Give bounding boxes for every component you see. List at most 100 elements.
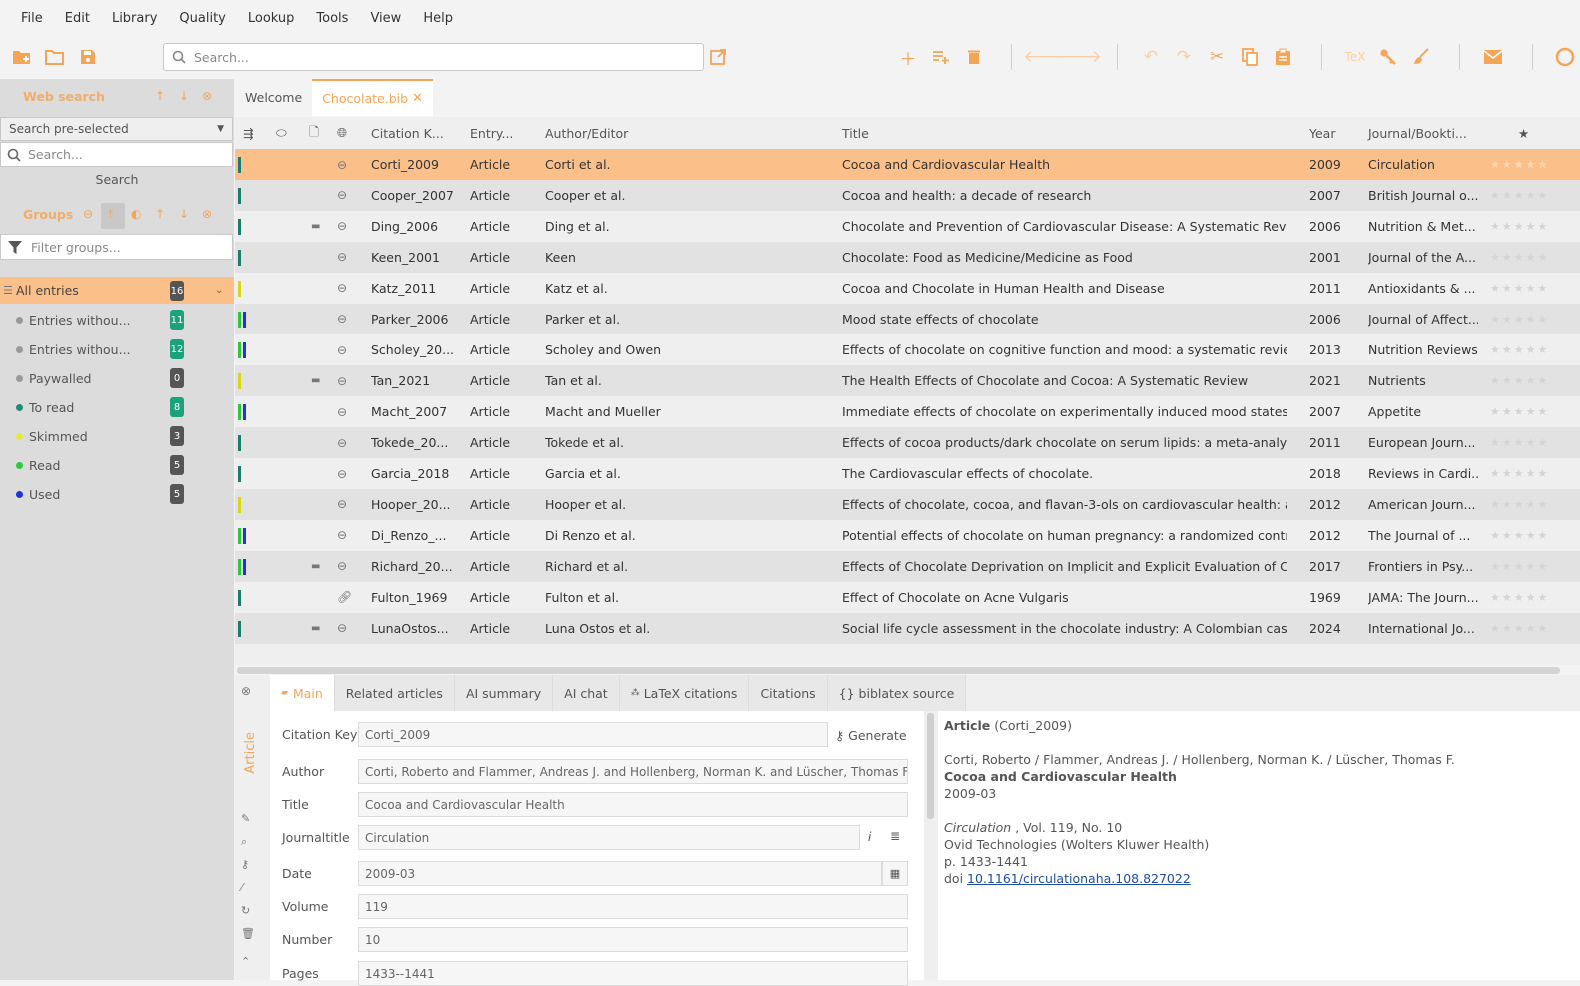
pages-field[interactable]: 1433--1441 (358, 961, 908, 986)
file-icon[interactable]: ▬ (311, 365, 320, 396)
table-row[interactable]: ⊖ Cooper_2007 Article Cooper et al. Cocoa an… (235, 179, 1580, 211)
editor-tab-ai-chat[interactable]: AI chat (553, 675, 620, 711)
rating-stars[interactable]: ★★★★★ (1490, 149, 1549, 180)
move-down-icon[interactable]: ↓ (179, 89, 189, 103)
move-up-icon[interactable]: ↑ (155, 89, 165, 103)
rating-stars[interactable]: ★★★★★ (1490, 365, 1549, 396)
calendar-icon[interactable]: ▦ (882, 861, 908, 886)
table-row[interactable]: ▬ ⊖ Richard_20... Article Richard et al. Effe… (235, 550, 1580, 582)
table-row[interactable]: ⊖ Garcia_2018 Article Garcia et al. The Card… (235, 458, 1580, 489)
label-column-icon[interactable]: ⬭ (276, 117, 287, 149)
url-icon[interactable]: ⊖ (337, 304, 347, 335)
move-up-icon[interactable]: ↑ (155, 207, 165, 221)
url-icon[interactable]: ⊖ (337, 458, 347, 489)
align-icon[interactable]: ≣ (890, 829, 900, 843)
url-icon[interactable]: ⊖ (337, 520, 347, 551)
move-down-icon[interactable]: ↓ (179, 207, 189, 221)
close-editor-icon[interactable]: ⊗ (241, 684, 251, 698)
sort-top-icon[interactable]: ⤒ (108, 207, 113, 222)
menu-library[interactable]: Library (101, 11, 168, 26)
group-item[interactable]: Paywalled 0 (0, 365, 234, 391)
url-icon[interactable]: ⊖ (337, 180, 347, 211)
url-icon[interactable]: ⊖ (337, 551, 347, 582)
back-icon[interactable]: 🡐 (1023, 46, 1069, 68)
key-icon[interactable] (1377, 46, 1399, 68)
url-icon[interactable]: ⊖ (337, 273, 347, 304)
url-icon[interactable]: ⊖ (337, 365, 347, 396)
add-entry-icon[interactable]: ＋ (897, 46, 919, 70)
table-row[interactable]: ▬ ⊖ Ding_2006 Article Ding et al. Chocolate a… (235, 210, 1580, 242)
url-icon[interactable]: ⊖ (337, 613, 347, 644)
close-icon[interactable]: ✕ (412, 91, 423, 106)
volume-field[interactable]: 119 (358, 894, 908, 919)
editor-tab-main[interactable]: ▰ Main (270, 675, 335, 711)
group-item[interactable]: Entries withou... 11 (0, 307, 234, 333)
menu-view[interactable]: View (359, 11, 412, 26)
editor-tab-latex-citations[interactable]: ⁂ LaTeX citations (619, 675, 750, 711)
table-row[interactable]: ⊖ Corti_2009 Article Corti et al. Cocoa and … (235, 149, 1580, 180)
tab-welcome[interactable]: Welcome (235, 79, 312, 116)
col-journal[interactable]: Journal/Bookti... (1368, 117, 1467, 149)
email-icon[interactable] (1482, 46, 1504, 68)
close-panel-icon[interactable]: ⊗ (202, 89, 212, 103)
link-icon[interactable]: 🔗︎ (337, 582, 352, 613)
rating-stars[interactable]: ★★★★★ (1490, 242, 1549, 273)
url-icon[interactable]: ⊖ (337, 334, 347, 365)
url-icon[interactable]: ⊖ (337, 427, 347, 458)
rating-stars[interactable]: ★★★★★ (1490, 489, 1549, 520)
group-item[interactable]: Skimmed 3 (0, 423, 234, 449)
citation-key-field[interactable]: Corti_2009 (358, 722, 828, 747)
menu-tools[interactable]: Tools (305, 11, 359, 26)
menu-edit[interactable]: Edit (54, 11, 101, 26)
rating-stars[interactable]: ★★★★★ (1490, 613, 1549, 644)
table-row[interactable]: ▬ ⊖ Tan_2021 Article Tan et al. The Health Ef… (235, 365, 1580, 397)
close-panel-icon[interactable]: ⊗ (202, 207, 212, 221)
chevron-up-icon[interactable]: ⌃ (241, 955, 250, 968)
url-icon[interactable]: ⊖ (337, 242, 347, 273)
open-library-icon[interactable] (44, 46, 66, 68)
refresh-icon[interactable]: ↻ (241, 904, 250, 917)
url-icon[interactable]: ⊖ (337, 149, 347, 180)
web-search-input[interactable]: Search... (0, 142, 233, 167)
col-year[interactable]: Year (1309, 117, 1335, 149)
menu-file[interactable]: File (10, 11, 54, 26)
number-field[interactable]: 10 (358, 927, 908, 952)
undo-icon[interactable]: ↶ (1140, 46, 1162, 68)
redo-icon[interactable]: ↷ (1173, 46, 1195, 68)
rating-stars[interactable]: ★★★★★ (1490, 427, 1549, 458)
editor-tab-citations[interactable]: Citations (749, 675, 828, 711)
editor-tab-ai-summary[interactable]: AI summary (454, 675, 554, 711)
group-item[interactable]: Read 5 (0, 452, 234, 478)
editor-scrollbar[interactable] (927, 713, 934, 819)
save-icon[interactable] (77, 46, 99, 68)
group-item[interactable]: Entries withou... 12 (0, 336, 234, 362)
file-icon[interactable]: ▬ (311, 551, 320, 582)
horizontal-scrollbar[interactable] (237, 667, 1560, 674)
delete-icon[interactable] (963, 46, 985, 68)
table-row[interactable]: ⊖ Scholey_20... Article Scholey and Owen Eff… (235, 334, 1580, 366)
col-title[interactable]: Title (842, 117, 869, 149)
menu-lookup[interactable]: Lookup (237, 11, 306, 26)
file-icon[interactable]: ▬ (311, 613, 320, 644)
table-row[interactable]: ⊖ Keen_2001 Article Keen Chocolate: Food as … (235, 241, 1580, 273)
tab-chocolate-bib[interactable]: Chocolate.bib ✕ (312, 79, 433, 116)
delete-icon[interactable]: 🗑︎ (241, 927, 255, 940)
search-icon[interactable]: ⌕ (241, 835, 247, 849)
date-field[interactable]: 2009-03 (358, 861, 882, 886)
rating-stars[interactable]: ★★★★★ (1490, 334, 1549, 365)
table-row[interactable]: 🔗︎ Fulton_1969 Article Fulton et al. Effect … (235, 581, 1580, 613)
filter-groups-input[interactable]: Filter groups... (0, 234, 233, 260)
github-icon[interactable] (1555, 46, 1580, 68)
doi-link[interactable]: 10.1161/circulationaha.108.827022 (967, 871, 1191, 886)
copy-icon[interactable] (1239, 46, 1261, 68)
url-icon[interactable]: ⊖ (337, 396, 347, 427)
rating-stars[interactable]: ★★★★★ (1490, 520, 1549, 551)
search-preselected-select[interactable]: Search pre-selected ▼ (0, 117, 233, 141)
web-column-icon[interactable]: 🌐︎ (337, 117, 347, 149)
cut-icon[interactable]: ✂ (1206, 46, 1228, 68)
global-search-input[interactable]: Search... (163, 43, 704, 71)
table-row[interactable]: ▬ ⊖ LunaOstos... Article Luna Ostos et al. So… (235, 612, 1580, 644)
edit-icon[interactable]: ✎ (241, 812, 250, 825)
rating-stars[interactable]: ★★★★★ (1490, 396, 1549, 427)
table-row[interactable]: ⊖ Di_Renzo_... Article Di Renzo et al. Poten… (235, 519, 1580, 551)
